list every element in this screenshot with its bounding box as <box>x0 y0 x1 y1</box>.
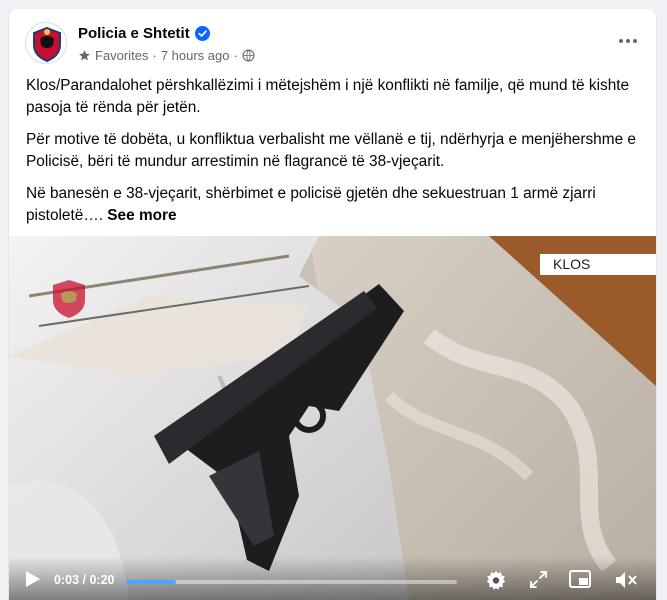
page-avatar[interactable] <box>25 22 67 64</box>
progress-bar[interactable] <box>126 580 457 584</box>
post-paragraph: Klos/Parandalohet përshkallëzimi i mëtej… <box>26 77 630 116</box>
page-name[interactable]: Policia e Shtetit <box>78 25 190 42</box>
globe-icon <box>242 49 255 61</box>
gear-icon[interactable] <box>485 569 507 591</box>
more-options-dot <box>633 39 637 43</box>
progress-fill <box>126 580 176 584</box>
current-time: 0:03 <box>54 573 80 587</box>
page-name-row: Policia e Shtetit <box>78 23 210 43</box>
duration: 0:20 <box>89 573 115 587</box>
video-time: 0:03 / 0:20 <box>54 573 114 587</box>
see-more-link[interactable]: See more <box>107 207 176 224</box>
muted-speaker-icon[interactable] <box>614 569 638 591</box>
verified-badge-icon <box>194 25 210 41</box>
more-options-button[interactable] <box>616 31 640 51</box>
more-options-dot <box>626 39 630 43</box>
time-separator: / <box>79 573 90 587</box>
post-card: Policia e Shtetit Favorites · 7 hours ag… <box>9 9 656 600</box>
video-frame <box>9 236 656 600</box>
picture-in-picture-icon[interactable] <box>569 570 591 589</box>
meta-separator: · <box>233 47 238 63</box>
play-icon[interactable] <box>24 570 41 588</box>
location-label: KLOS <box>540 254 656 275</box>
post-paragraph: Në banesën e 38-vjeçarit, shërbimet e po… <box>26 183 644 227</box>
more-options-icon <box>619 39 623 43</box>
star-icon <box>79 49 90 60</box>
post-text: Klos/Parandalohet përshkallëzimi i mëtej… <box>26 75 644 237</box>
video-player[interactable]: KLOS 0:03 / 0:20 <box>9 236 656 600</box>
post-timestamp[interactable]: 7 hours ago <box>161 48 230 63</box>
expand-icon[interactable] <box>529 570 548 589</box>
audience-label[interactable]: Favorites <box>95 48 148 63</box>
post-meta: Favorites · 7 hours ago · <box>78 46 255 64</box>
video-controls: 0:03 / 0:20 <box>9 556 656 600</box>
post-paragraph: Për motive të dobëta, u konfliktua verba… <box>26 131 636 170</box>
meta-separator: · <box>152 47 157 63</box>
post-header: Policia e Shtetit Favorites · 7 hours ag… <box>9 9 656 73</box>
police-emblem-icon <box>33 26 61 63</box>
